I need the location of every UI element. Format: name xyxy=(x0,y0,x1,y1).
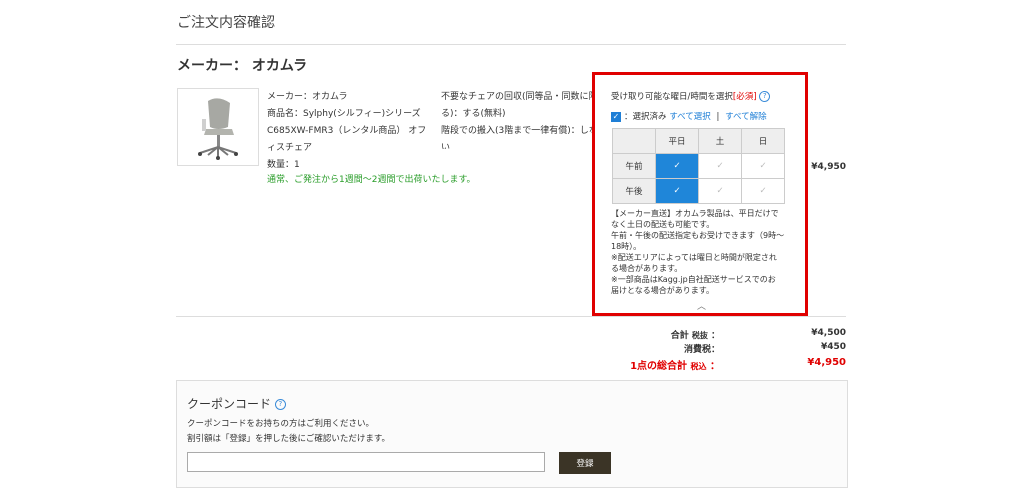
product-image[interactable] xyxy=(177,88,259,166)
option-line: 階段での搬入(3階まで一律有償)：しな xyxy=(441,126,593,136)
grid-row: 午後 ✓ ✓ ✓ xyxy=(612,178,785,204)
shipping-note: 通常、ご発注から1週間〜2週間で出荷いたします。 xyxy=(267,175,476,185)
product-name-line: ィスチェア xyxy=(267,143,313,153)
column-weekday: 平日 xyxy=(655,128,699,154)
option-line: 不要なチェアの回収(同等品・同数に限 xyxy=(441,92,593,102)
grand-total-label: 1点の総合計 税込 ： xyxy=(580,357,720,372)
column-saturday: 土 xyxy=(698,128,742,154)
grid-corner xyxy=(612,128,656,154)
time-slot-selected[interactable]: ✓ xyxy=(655,178,699,204)
deselect-all-link[interactable]: すべて解除 xyxy=(725,112,767,122)
row-label: 午前 xyxy=(612,153,656,179)
delivery-title: 受け取り可能な曜日/時間を選択[必須] ? xyxy=(611,90,771,102)
coupon-title: クーポンコード ? xyxy=(187,395,286,412)
grid-row: 午前 ✓ ✓ ✓ xyxy=(612,153,785,179)
subtotal-label: 合計 税抜 ： xyxy=(580,328,720,341)
delivery-title-text: 受け取り可能な曜日/時間を選択 xyxy=(611,92,733,102)
note-line: 午前・午後の配送指定もお受けできます（9時〜 xyxy=(611,231,785,240)
time-slot-unselected[interactable]: ✓ xyxy=(698,153,742,179)
time-slot-unselected[interactable]: ✓ xyxy=(741,153,785,179)
delivery-time-grid: 平日 土 日 午前 ✓ ✓ ✓ 午後 ✓ ✓ ✓ xyxy=(612,128,785,204)
selection-controls: ✓ ：選択済み すべて選択 | すべて解除 xyxy=(611,110,767,122)
select-all-link[interactable]: すべて選択 xyxy=(669,112,711,122)
grand-total-label-text: 1点の総合計 xyxy=(630,361,688,372)
time-slot-unselected[interactable]: ✓ xyxy=(741,178,785,204)
note-line: ※配送エリアによっては曜日と時間が限定され xyxy=(611,253,777,262)
coupon-description: 割引額は「登録」を押した後にご確認いただけます。 xyxy=(187,434,390,444)
product-name-line: C685XW-FMR3（レンタル商品） オフ xyxy=(267,126,427,136)
product-info: メーカー：オカムラ 商品名：Sylphy(シルフィー)シリーズ C685XW-F… xyxy=(267,89,427,174)
colon: ： xyxy=(710,331,720,341)
time-slot-unselected[interactable]: ✓ xyxy=(698,178,742,204)
note-line: ※一部商品はKagg.jp自社配送サービスでのお xyxy=(611,275,776,284)
tax-value: ¥450 xyxy=(820,342,846,352)
maker-heading: メーカー： オカムラ xyxy=(177,58,308,74)
required-label: [必須] xyxy=(732,92,757,102)
coupon-code-input[interactable] xyxy=(187,452,545,472)
note-line: 【メーカー直送】オカムラ製品は、平日だけで xyxy=(611,209,779,218)
option-line: る)：する(無料) xyxy=(441,109,506,119)
separator: | xyxy=(716,112,720,122)
tax-label: 消費税： xyxy=(683,345,720,355)
product-options: 不要なチェアの回収(同等品・同数に限 る)：する(無料) 階段での搬入(3階まで… xyxy=(441,89,593,149)
note-line: 届けとなる場合があります。 xyxy=(611,286,714,295)
time-slot-selected[interactable]: ✓ xyxy=(655,153,699,179)
selected-check-icon: ✓ xyxy=(611,111,621,122)
subtotal-tax-note: 税抜 xyxy=(691,331,708,340)
coupon-title-text: クーポンコード xyxy=(187,397,272,411)
note-line: 18時）。 xyxy=(611,242,642,251)
subtotal-value: ¥4,500 xyxy=(811,328,846,338)
note-line: なく土日の配送も可能です。 xyxy=(611,220,715,229)
subtotal-label-text: 合計 xyxy=(670,331,689,341)
item-price: ¥4,950 xyxy=(811,162,846,172)
help-icon[interactable]: ? xyxy=(274,399,286,410)
selected-legend: ：選択済み xyxy=(624,112,667,122)
column-sunday: 日 xyxy=(741,128,785,154)
row-label: 午後 xyxy=(612,178,656,204)
coupon-description: クーポンコードをお持ちの方はご利用ください。 xyxy=(187,419,375,429)
delivery-notes: 【メーカー直送】オカムラ製品は、平日だけで なく土日の配送も可能です。 午前・午… xyxy=(611,208,795,296)
product-name-line: 商品名：Sylphy(シルフィー)シリーズ xyxy=(267,109,421,119)
page-title: ご注文内容確認 xyxy=(177,15,275,31)
coupon-register-button[interactable]: 登録 xyxy=(559,452,611,474)
chevron-up-icon[interactable]: ︿ xyxy=(697,299,706,312)
divider xyxy=(176,44,846,45)
help-icon[interactable]: ? xyxy=(759,91,771,102)
colon: ： xyxy=(710,361,720,372)
grand-total-value: ¥4,950 xyxy=(807,357,846,368)
maker-line: メーカー：オカムラ xyxy=(267,92,348,102)
option-line: い xyxy=(441,143,451,149)
grand-total-tax-note: 税込 xyxy=(690,362,707,371)
divider xyxy=(176,316,846,317)
office-chair-icon xyxy=(198,98,238,160)
note-line: る場合があります。 xyxy=(611,264,683,273)
